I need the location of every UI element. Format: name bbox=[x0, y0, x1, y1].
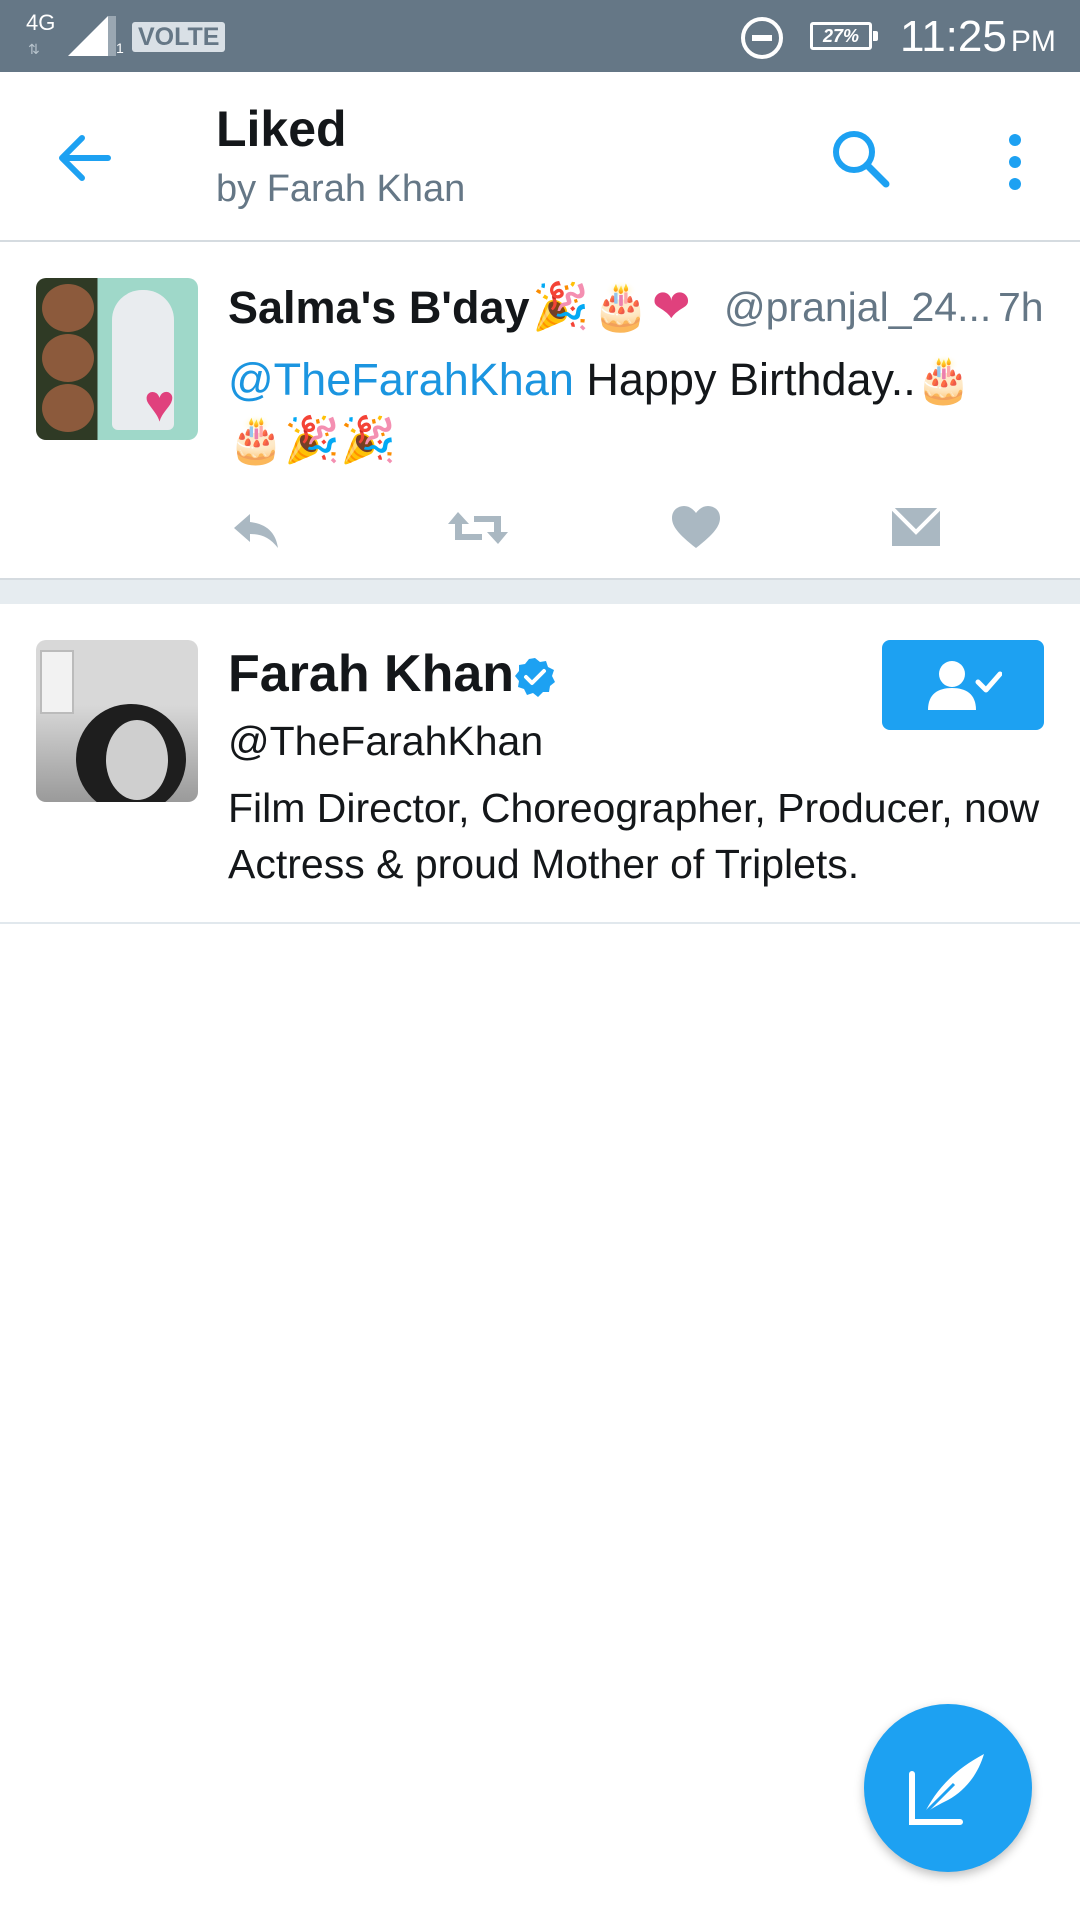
tweet-timestamp: 7h bbox=[998, 284, 1044, 330]
network-type: 4G bbox=[26, 10, 56, 35]
tweet-author-handle[interactable]: @pranjal_24... bbox=[724, 284, 991, 331]
user-bio: Film Director, Choreographer, Producer, … bbox=[228, 785, 1040, 887]
tweet-mention-link[interactable]: @TheFarahKhan bbox=[228, 354, 574, 405]
avatar-photo-face bbox=[106, 720, 168, 800]
following-button[interactable] bbox=[882, 640, 1044, 730]
tweet-avatar[interactable]: ♥ bbox=[36, 278, 198, 440]
page-subtitle: by Farah Khan bbox=[216, 168, 466, 210]
status-bar: 4G ⇅ 1 VOLTE 27% 11:25 PM bbox=[0, 0, 1080, 72]
page-title: Liked bbox=[216, 101, 347, 157]
clock-time: 11:25 bbox=[900, 12, 1007, 61]
user-check-icon bbox=[928, 661, 1002, 710]
tweet-author-name[interactable]: Salma's B'day bbox=[228, 282, 530, 334]
data-arrows-icon: ⇅ bbox=[28, 41, 41, 57]
avatar-photo-face bbox=[42, 384, 94, 432]
do-not-disturb-icon bbox=[741, 17, 783, 59]
app-bar: Liked by Farah Khan bbox=[0, 72, 1080, 242]
clock: 11:25 PM bbox=[900, 12, 1056, 67]
heart-icon: ❤ bbox=[652, 280, 691, 332]
retweet-icon[interactable] bbox=[446, 500, 510, 556]
signal-icon bbox=[68, 16, 116, 56]
compose-tweet-button[interactable] bbox=[864, 1704, 1032, 1872]
tweet-body-line2: 🎂🎉🎉 bbox=[228, 414, 397, 465]
heart-icon: ♥ bbox=[144, 375, 175, 433]
network-indicator: 4G ⇅ bbox=[26, 10, 56, 58]
section-divider bbox=[0, 578, 1080, 606]
birthday-cake-icon: 🎂 bbox=[592, 280, 650, 332]
direct-message-icon[interactable] bbox=[888, 500, 944, 556]
avatar-photo-face bbox=[42, 334, 94, 382]
user-avatar[interactable] bbox=[36, 640, 198, 802]
volte-badge: VOLTE bbox=[132, 22, 226, 52]
search-icon[interactable] bbox=[826, 124, 896, 194]
like-icon[interactable] bbox=[668, 500, 724, 556]
user-card[interactable]: Farah Khan @TheFarahKhan Film Director, … bbox=[0, 604, 1080, 924]
compose-feather-icon bbox=[909, 1754, 984, 1825]
tweet-actions bbox=[228, 500, 1048, 556]
back-arrow-icon[interactable] bbox=[48, 122, 120, 194]
avatar-photo-face bbox=[42, 284, 94, 332]
tweet-text: @TheFarahKhan Happy Birthday..🎂 🎂🎉🎉 bbox=[228, 350, 1048, 470]
party-popper-icon: 🎉 bbox=[532, 280, 590, 332]
user-handle[interactable]: @TheFarahKhan bbox=[228, 718, 543, 765]
reply-icon[interactable] bbox=[228, 500, 284, 556]
avatar-photo-background bbox=[40, 650, 74, 714]
battery-indicator: 27% bbox=[810, 22, 878, 50]
more-options-icon[interactable] bbox=[990, 128, 1040, 198]
clock-ampm: PM bbox=[1010, 25, 1056, 58]
user-name[interactable]: Farah Khan bbox=[228, 644, 514, 704]
sim-number: 1 bbox=[116, 40, 124, 56]
tweet-item[interactable]: ♥ Salma's B'day 🎉 🎂 ❤ @pranjal_24... 7h … bbox=[0, 242, 1080, 578]
verified-badge-icon bbox=[515, 658, 555, 697]
tweet-body: Happy Birthday..🎂 bbox=[573, 354, 972, 405]
